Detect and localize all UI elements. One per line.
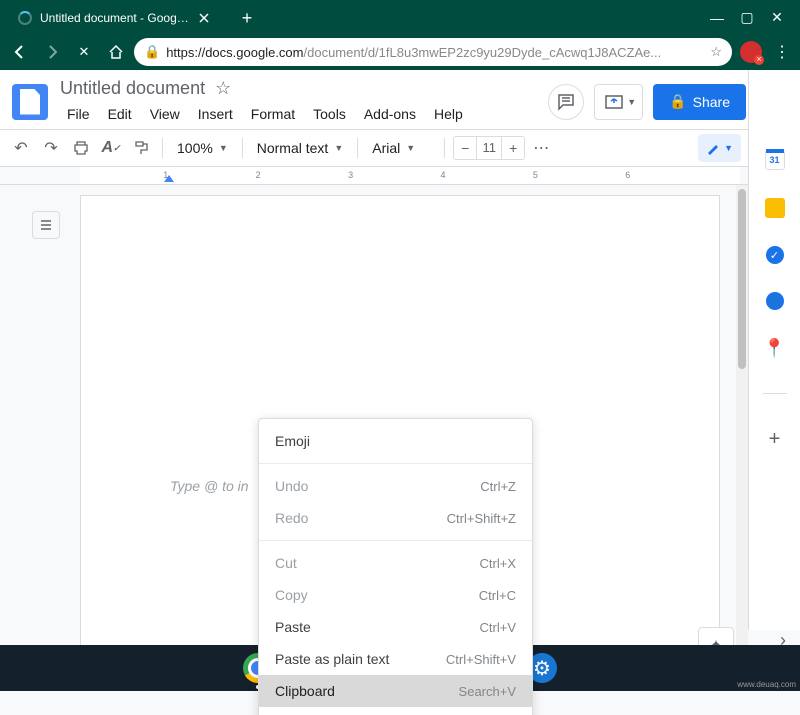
print-button[interactable]	[68, 135, 94, 161]
vertical-scrollbar[interactable]	[736, 185, 748, 665]
lock-icon: 🔒	[669, 93, 686, 110]
browser-titlebar: Untitled document - Google Doc + — ▢ ✕	[0, 0, 800, 34]
menu-help[interactable]: Help	[427, 103, 470, 125]
editing-mode-button[interactable]: ▼	[698, 134, 741, 162]
menu-edit[interactable]: Edit	[101, 103, 139, 125]
minimize-icon[interactable]: —	[702, 10, 732, 26]
cm-emoji[interactable]: Emoji	[259, 425, 532, 457]
menu-format[interactable]: Format	[244, 103, 302, 125]
cm-select-all[interactable]: Select all Ctrl+A	[259, 707, 532, 715]
new-tab-button[interactable]: +	[233, 4, 261, 32]
menu-file[interactable]: File	[60, 103, 97, 125]
browser-tab[interactable]: Untitled document - Google Doc	[8, 2, 223, 34]
cm-paste-plain[interactable]: Paste as plain text Ctrl+Shift+V	[259, 643, 532, 675]
menu-bar: File Edit View Insert Format Tools Add-o…	[60, 103, 470, 125]
increase-font-button[interactable]: +	[502, 140, 524, 156]
maps-icon[interactable]: 📍	[763, 338, 785, 359]
close-window-icon[interactable]: ✕	[762, 9, 792, 26]
cm-copy[interactable]: Copy Ctrl+C	[259, 579, 532, 611]
calendar-icon[interactable]: 31	[765, 150, 785, 170]
redo-button[interactable]: ↷	[38, 135, 64, 161]
menu-insert[interactable]: Insert	[191, 103, 240, 125]
stop-reload-button[interactable]: ✕	[70, 38, 98, 66]
address-bar: ✕ 🔒 https://docs.google.com /document/d/…	[0, 34, 800, 70]
menu-view[interactable]: View	[143, 103, 187, 125]
comments-button[interactable]	[548, 84, 584, 120]
star-icon[interactable]: ☆	[215, 78, 231, 99]
toolbar: ↶ ↷ A✓ 100%▼ Normal text▼ Arial▼ − 11 + …	[0, 129, 800, 167]
loading-spinner-icon	[18, 11, 32, 25]
extension-icon[interactable]	[740, 41, 762, 63]
share-label: Share	[693, 94, 730, 110]
context-menu: Emoji Undo Ctrl+Z Redo Ctrl+Shift+Z Cut …	[258, 418, 533, 715]
sp-separator	[763, 393, 787, 394]
back-button[interactable]	[6, 38, 34, 66]
maximize-icon[interactable]: ▢	[732, 9, 762, 26]
document-area: Type @ to in ✦ Emoji Undo Ctrl+Z Redo Ct…	[0, 185, 800, 715]
home-button[interactable]	[102, 38, 130, 66]
cm-paste[interactable]: Paste Ctrl+V	[259, 611, 532, 643]
tasks-icon[interactable]: ✓	[766, 246, 784, 264]
cm-separator	[259, 463, 532, 464]
keep-icon[interactable]	[765, 198, 785, 218]
menu-tools[interactable]: Tools	[306, 103, 353, 125]
docs-logo-icon[interactable]	[12, 84, 48, 120]
share-button[interactable]: 🔒 Share	[653, 84, 746, 120]
side-panel: 31 ✓ 👤 📍 +	[748, 70, 800, 630]
spellcheck-button[interactable]: A✓	[98, 135, 124, 161]
contacts-icon[interactable]: 👤	[766, 292, 784, 310]
close-tab-icon[interactable]	[197, 11, 211, 25]
document-title[interactable]: Untitled document	[60, 78, 205, 99]
indent-marker-icon[interactable]	[164, 175, 174, 182]
style-dropdown[interactable]: Normal text▼	[251, 140, 350, 156]
cm-clipboard[interactable]: Clipboard Search+V	[259, 675, 532, 707]
menu-addons[interactable]: Add-ons	[357, 103, 423, 125]
placeholder-text: Type @ to in	[170, 478, 249, 494]
add-addon-button[interactable]: +	[769, 428, 781, 451]
cm-undo[interactable]: Undo Ctrl+Z	[259, 470, 532, 502]
font-dropdown[interactable]: Arial▼	[366, 140, 436, 156]
outline-toggle-button[interactable]	[32, 211, 60, 239]
cm-separator	[259, 540, 532, 541]
font-size-control: − 11 +	[453, 136, 525, 160]
paint-format-button[interactable]	[128, 135, 154, 161]
tab-title: Untitled document - Google Doc	[40, 11, 191, 25]
zoom-dropdown[interactable]: 100%▼	[171, 140, 234, 156]
cm-cut[interactable]: Cut Ctrl+X	[259, 547, 532, 579]
url-path: /document/d/1fL8u3mwEP2zc9yu29Dyde_cAcwq…	[304, 45, 662, 60]
url-input[interactable]: 🔒 https://docs.google.com /document/d/1f…	[134, 38, 732, 66]
docs-header: Untitled document ☆ File Edit View Inser…	[0, 70, 800, 129]
decrease-font-button[interactable]: −	[454, 140, 476, 156]
browser-menu-button[interactable]: ⋮	[770, 42, 794, 62]
ruler[interactable]: 1 2 3 4 5 6	[0, 167, 800, 185]
more-tools-button[interactable]: ⋯	[533, 138, 551, 158]
cm-redo[interactable]: Redo Ctrl+Shift+Z	[259, 502, 532, 534]
present-button[interactable]: ▼	[594, 84, 643, 120]
watermark: www.deuaq.com	[737, 680, 796, 689]
forward-button	[38, 38, 66, 66]
undo-button[interactable]: ↶	[8, 135, 34, 161]
bookmark-star-icon[interactable]: ☆	[710, 44, 722, 60]
font-size-value[interactable]: 11	[476, 137, 502, 159]
url-domain: https://docs.google.com	[166, 45, 303, 60]
lock-icon: 🔒	[144, 44, 160, 60]
